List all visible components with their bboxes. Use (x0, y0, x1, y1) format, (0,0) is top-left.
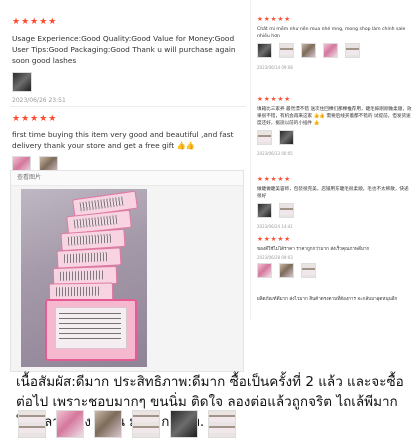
review-6: ★★★★★ ของดีใช้ไม่ได้ราคา ราคาถูกกว่ามาก … (257, 236, 413, 282)
review-text: 做睫做睫美容师，包装很完美，店铺用东睫毛很柔顺，毛也不太稀散，快递很好 (257, 186, 409, 199)
review-photo-thumbnail[interactable] (257, 262, 272, 278)
product-photo[interactable] (21, 189, 147, 367)
review-text: 填箱比三家养 最然漂不错 送次住回棵们那棵推荐用，睫毛嫁刚刚做柔顺，效果很不错，… (257, 106, 412, 126)
review-photo-thumbnail[interactable] (257, 202, 272, 218)
divider (10, 106, 246, 107)
review-photo-thumbnail[interactable] (132, 410, 161, 438)
lash-case (45, 299, 137, 361)
review-text: ผลิตภัณฑ์ดีมาก ส่งไวมาก สินค้าตรงตามที่ต… (257, 297, 398, 302)
review-2: ★★★★★ first time buying this item very g… (12, 115, 244, 175)
review-photo-thumbnail[interactable] (257, 129, 272, 145)
review-photo-thumbnail[interactable] (301, 262, 317, 278)
review-photo-thumbnail[interactable] (323, 42, 339, 58)
review-date: 2023/06/26 23:51 (12, 97, 66, 104)
review-4: ★★★★★ 填箱比三家养 最然漂不错 送次住回棵们那棵推荐用，睫毛嫁刚刚做柔顺，… (257, 96, 413, 156)
review-photo-thumbnail[interactable] (279, 129, 295, 145)
review-rating-stars: ★★★★★ (257, 95, 292, 103)
review-photo-thumbnail[interactable] (345, 42, 361, 58)
photo-viewer-panel: 查看图片 (10, 170, 244, 372)
review-text: Chất mi mềm như nên mua nhé mng, mong sh… (257, 26, 406, 39)
review-date: 2023/06/13 00:05 (257, 150, 293, 156)
review-photo-thumbnail[interactable] (56, 410, 85, 438)
review-rating-stars: ★★★★★ (12, 114, 58, 124)
review-date: 2023/06/28 09:03 (257, 254, 293, 260)
review-text: ของดีใช้ไม่ได้ราคา ราคาถูกกว่ามาก ส่งเร็… (257, 246, 370, 252)
review-photo-thumbnail[interactable] (279, 202, 295, 218)
review-rating-stars: ★★★★★ (12, 17, 58, 27)
review-photo-thumbnail[interactable] (12, 72, 32, 92)
review-photo-thumbnail[interactable] (279, 262, 295, 278)
review-photo-thumbnail[interactable] (18, 410, 46, 438)
review-rating-stars: ★★★★★ (257, 235, 292, 243)
review-photo-thumbnail[interactable] (301, 42, 317, 58)
review-photo-thumbnail[interactable] (208, 410, 237, 438)
review-photo-thumbnail[interactable] (279, 42, 295, 58)
review-text: first time buying this item very good an… (12, 130, 234, 150)
review-3: ★★★★★ Chất mi mềm như nên mua nhé mng, m… (257, 16, 413, 70)
review-photo-thumbnail[interactable] (170, 410, 199, 438)
photo-viewer-header: 查看图片 (11, 171, 243, 186)
review-rating-stars: ★★★★★ (257, 175, 292, 183)
review-date: 2023/06/14 09:08 (257, 64, 293, 70)
thai-review-thumbnails (18, 410, 241, 438)
review-rating-stars: ★★★★★ (257, 15, 292, 23)
review-photo-thumbnail[interactable] (94, 410, 123, 438)
right-review-pane: ★★★★★ Chất mi mềm như nên mua nhé mng, m… (250, 0, 416, 320)
review-7: ผลิตภัณฑ์ดีมาก ส่งไวมาก สินค้าตรงตามที่ต… (257, 296, 413, 303)
review-5: ★★★★★ 做睫做睫美容师，包装很完美，店铺用东睫毛很柔顺，毛也不太稀散，快递很… (257, 176, 413, 229)
review-photo-thumbnail[interactable] (257, 42, 272, 58)
review-date: 2023/06/24 14:41 (257, 223, 293, 229)
review-text: Usage Experience:Good Quality:Good Value… (12, 34, 236, 65)
review-1: ★★★★★ Usage Experience:Good Quality:Good… (12, 18, 244, 104)
